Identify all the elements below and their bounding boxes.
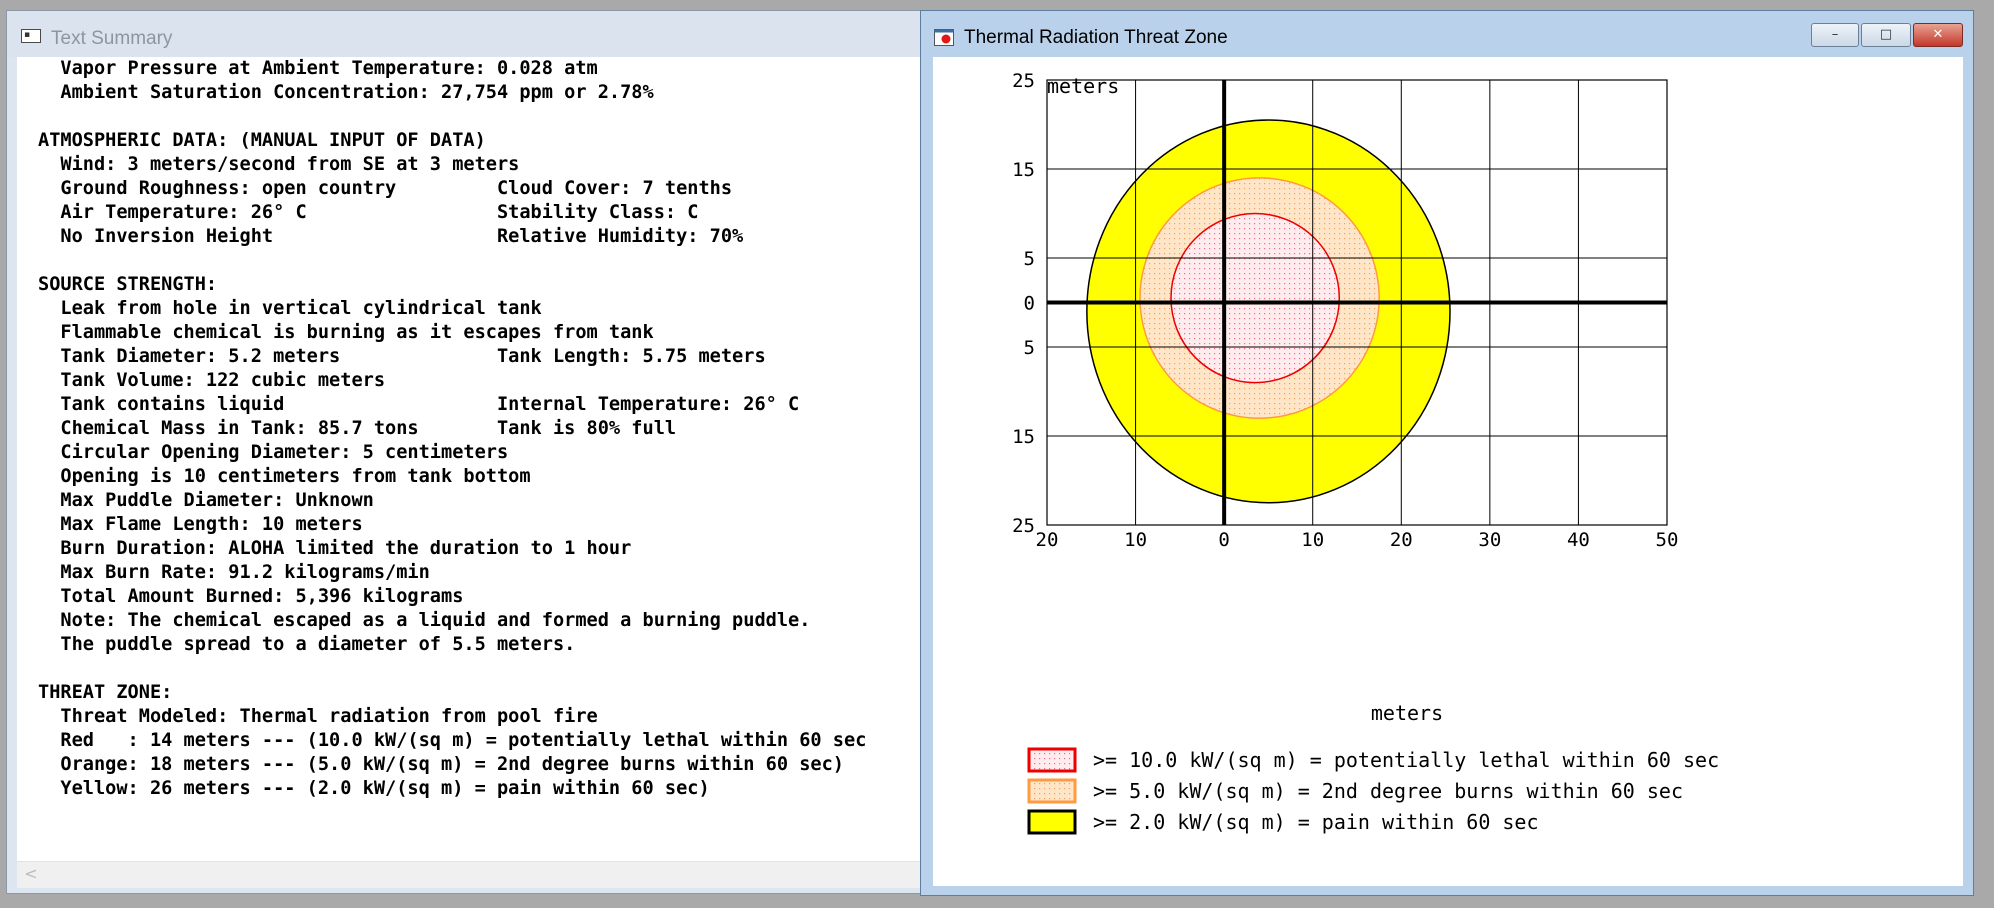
text-summary-titlebar[interactable]: ▪ Text Summary — [7, 11, 930, 57]
close-button[interactable]: ✕ — [1913, 23, 1963, 47]
y-tick-label: 15 — [1012, 159, 1035, 181]
threat-zone-plot-area: 20 10 0 10 20 30 40 50 25 15 5 0 5 15 25 meters meters… — [933, 57, 1963, 886]
summary-line: Threat Modeled: Thermal radiation from p… — [38, 706, 598, 727]
summary-line: Ground Roughness: open country Cloud Cov… — [38, 178, 733, 199]
summary-line: Tank Volume: 122 cubic meters — [38, 370, 386, 391]
y-tick-label: 15 — [1012, 426, 1035, 448]
horizontal-scrollbar[interactable]: < — [17, 861, 932, 888]
summary-line: Opening is 10 centimeters from tank bott… — [38, 466, 531, 487]
text-summary-content[interactable]: Vapor Pressure at Ambient Temperature: 0… — [17, 57, 932, 861]
text-summary-title: Text Summary — [51, 28, 173, 49]
summary-line: SOURCE STRENGTH: — [38, 274, 218, 295]
app-window-icon: ▪ — [21, 29, 41, 43]
y-tick-label: 0 — [1024, 293, 1035, 315]
text-summary-window[interactable]: ▪ Text Summary Vapor Pressure at Ambient… — [6, 10, 932, 894]
summary-line: Circular Opening Diameter: 5 centimeters — [38, 442, 509, 463]
x-tick-label: 40 — [1567, 529, 1590, 551]
threat-zone-chart: 20 10 0 10 20 30 40 5025155051525 meters meters… — [1012, 70, 1719, 835]
text-summary-body: Vapor Pressure at Ambient Temperature: 0… — [17, 57, 932, 801]
x-tick-label: 0 — [1218, 529, 1229, 551]
summary-line: Tank contains liquid Internal Temperatur… — [38, 394, 800, 415]
threat-zone-app-icon — [934, 29, 954, 46]
summary-line: Air Temperature: 26° C Stability Class: … — [38, 202, 699, 223]
y-tick-label: 5 — [1024, 248, 1035, 270]
x-tick-label: 30 — [1478, 529, 1501, 551]
summary-line: Vapor Pressure at Ambient Temperature: 0… — [38, 58, 598, 79]
x-tick-label: 10 — [1301, 529, 1324, 551]
summary-line: Tank Diameter: 5.2 meters Tank Length: 5… — [38, 346, 766, 367]
y-tick-label: 5 — [1024, 337, 1035, 359]
summary-line: Note: The chemical escaped as a liquid a… — [38, 610, 811, 631]
summary-line: Wind: 3 meters/second from SE at 3 meter… — [38, 154, 520, 175]
summary-line: THREAT ZONE: — [38, 682, 173, 703]
summary-line: Chemical Mass in Tank: 85.7 tons Tank is… — [38, 418, 677, 439]
legend-label: >= 5.0 kW/(sq m) = 2nd degree burns with… — [1093, 779, 1683, 803]
summary-line: Ambient Saturation Concentration: 27,754… — [38, 82, 654, 103]
summary-line: Orange: 18 meters --- (5.0 kW/(sq m) = 2… — [38, 754, 844, 775]
legend-label: >= 2.0 kW/(sq m) = pain within 60 sec — [1093, 810, 1539, 834]
threat-zone-title: Thermal Radiation Threat Zone — [964, 27, 1228, 48]
summary-line: Flammable chemical is burning as it esca… — [38, 322, 654, 343]
summary-line: Leak from hole in vertical cylindrical t… — [38, 298, 542, 319]
x-tick-label: 50 — [1656, 529, 1679, 551]
threat-zone-window[interactable]: Thermal Radiation Threat Zone – □ ✕ 20 10… — [920, 10, 1974, 896]
y-tick-label: 25 — [1012, 70, 1035, 92]
threat-zones-layer — [1086, 119, 1451, 504]
summary-line: Max Burn Rate: 91.2 kilograms/min — [38, 562, 430, 583]
summary-line: Burn Duration: ALOHA limited the duratio… — [38, 538, 632, 559]
x-axis-title: meters — [1371, 701, 1443, 725]
summary-line: The puddle spread to a diameter of 5.5 m… — [38, 634, 576, 655]
x-tick-label: 20 — [1390, 529, 1413, 551]
summary-line: Red : 14 meters --- (10.0 kW/(sq m) = po… — [38, 730, 867, 751]
summary-line: Total Amount Burned: 5,396 kilograms — [38, 586, 464, 607]
summary-line: ATMOSPHERIC DATA: (MANUAL INPUT OF DATA) — [38, 130, 486, 151]
summary-line: Max Puddle Diameter: Unknown — [38, 490, 374, 511]
legend-swatch — [1027, 809, 1077, 835]
threat-zone-red — [1170, 212, 1341, 384]
y-axis-title: meters — [1047, 74, 1119, 98]
minimize-button[interactable]: – — [1811, 23, 1859, 47]
legend-swatch — [1027, 778, 1077, 804]
legend-label: >= 10.0 kW/(sq m) = potentially lethal w… — [1093, 748, 1719, 772]
summary-line: Max Flame Length: 10 meters — [38, 514, 363, 535]
legend-swatch — [1027, 747, 1077, 773]
scroll-left-arrow-icon[interactable]: < — [21, 864, 41, 884]
maximize-button[interactable]: □ — [1861, 23, 1911, 47]
y-tick-label: 25 — [1012, 515, 1035, 537]
x-tick-label: 20 — [1036, 529, 1059, 551]
summary-line: Yellow: 26 meters --- (2.0 kW/(sq m) = p… — [38, 778, 710, 799]
legend: >= 10.0 kW/(sq m) = potentially lethal w… — [1027, 747, 1719, 835]
x-tick-label: 10 — [1124, 529, 1147, 551]
summary-line: No Inversion Height Relative Humidity: 7… — [38, 226, 744, 247]
